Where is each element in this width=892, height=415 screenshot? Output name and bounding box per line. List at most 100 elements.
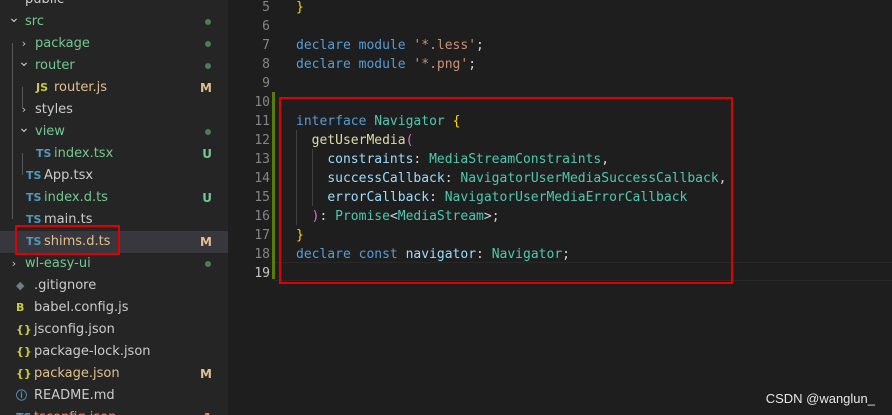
line-number: 5 [262,0,270,15]
tree-item[interactable]: ⌄ view [0,120,228,143]
tree-item[interactable]: {} package.json M [0,363,228,385]
watermark: CSDN @wanglun_ [765,391,875,406]
line-number: 8 [262,57,270,72]
line-number: 11 [254,114,270,129]
tree-indent-guide [22,87,23,109]
line-number: 18 [254,247,270,262]
code-token: declare [296,57,351,72]
git-change-dot [205,261,211,267]
tree-item[interactable]: ⌄ src [0,10,228,33]
line-number: 10 [254,95,270,110]
line-number: 6 [262,19,270,34]
tree-item-label: package.json [34,366,120,381]
code-token: module [358,38,406,53]
tree-item[interactable]: JS router.js M [0,77,228,99]
chevron-down-icon[interactable]: ⌄ [8,7,20,29]
chevron-down-icon[interactable]: ⌄ [8,0,20,7]
git-change-dot [205,41,211,47]
git-status-badge: M [200,81,212,95]
code-line[interactable]: declare module '*.png'; [296,55,476,74]
code-token: '*.png' [413,57,469,72]
git-status-badge: 1 [204,407,212,415]
tree-item-label: index.tsx [54,146,114,161]
code-token: module [358,57,406,72]
js-file-icon: JS [36,81,49,94]
git-added-marker [272,92,275,279]
tree-item-label: .gitignore [34,278,97,293]
line-number: 9 [262,76,270,91]
line-number: 7 [262,38,270,53]
info-file-icon: ⓘ [16,389,27,402]
tree-indent-guide [12,43,13,219]
babel-file-icon: B [16,301,25,314]
code-token: declare [296,38,351,53]
line-number: 14 [254,171,270,186]
tree-item[interactable]: TS index.d.ts U [0,187,228,209]
code-line[interactable]: } [296,0,304,17]
tree-item-label: styles [35,102,73,117]
tree-item-label: README.md [34,388,115,403]
tree-item-label: babel.config.js [34,300,129,315]
git-change-dot [205,19,211,25]
tree-item-label: wl-easy-ui [25,256,91,271]
ts-file-icon: TS [26,191,42,204]
tree-item[interactable]: › wl-easy-ui [0,253,228,275]
tree-indent-guide [22,153,23,175]
highlight-box-code [279,97,733,284]
git-status-badge: M [200,235,212,249]
tree-item[interactable]: TS index.tsx U [0,143,228,165]
tree-item[interactable]: ⓘ README.md [0,385,228,407]
tree-item[interactable]: {} package-lock.json [0,341,228,363]
line-number: 15 [254,190,270,205]
line-number: 16 [254,209,270,224]
line-number: 17 [254,228,270,243]
tree-item-label: router.js [54,80,108,95]
tree-item-label: index.d.ts [44,190,108,205]
tree-item-label: router [35,58,75,73]
json-file-icon: {} [16,345,32,358]
highlight-box-file [15,225,120,255]
chevron-right-icon[interactable]: › [8,253,20,275]
tree-item[interactable]: ⌄ router [0,54,228,77]
git-status-badge: U [202,191,212,205]
line-number: 19 [254,266,270,281]
git-change-dot [205,129,211,135]
tree-item[interactable]: ◆ .gitignore [0,275,228,297]
tree-item-label: package-lock.json [34,344,151,359]
git-file-icon: ◆ [16,279,25,292]
code-line[interactable]: declare module '*.less'; [296,36,484,55]
line-number: 13 [254,152,270,167]
ts-file-icon: TS [16,407,31,415]
tree-item-label: src [25,14,44,29]
ts-file-icon: TS [36,147,52,160]
tree-item-label: view [35,124,65,139]
line-number: 12 [254,133,270,148]
tree-item[interactable]: {} jsconfig.json [0,319,228,341]
tree-item-label: jsconfig.json [34,322,115,337]
git-status-badge: M [200,367,212,381]
chevron-down-icon[interactable]: ⌄ [18,117,30,139]
explorer-panel: ⌄public⌄src›package⌄routerJSrouter.jsM›s… [0,0,228,415]
tree-item[interactable]: Bbabel.config.js [0,297,228,319]
tree-item[interactable]: › styles [0,99,228,121]
tree-item[interactable]: TStsconfig.json 1 [0,407,228,415]
tree-item[interactable]: TS App.tsx [0,165,228,187]
git-status-badge: U [202,147,212,161]
code-token: '*.less' [413,38,477,53]
tree-item-label: public [25,0,64,11]
tree-item-label: package [35,36,90,51]
tree-item[interactable]: ⌄ public [0,0,228,11]
code-token: ; [468,57,477,72]
tree-item-label: App.tsx [44,168,94,183]
code-token: } [296,0,304,15]
chevron-down-icon[interactable]: ⌄ [18,51,30,73]
tree-item-label: tsconfig.json [34,407,116,415]
tree-item[interactable]: › package [0,33,228,55]
json-file-icon: {} [16,367,32,380]
ts-file-icon: TS [26,169,42,182]
git-change-dot [205,63,211,69]
code-token: ; [476,38,484,53]
json-file-icon: {} [16,323,32,336]
